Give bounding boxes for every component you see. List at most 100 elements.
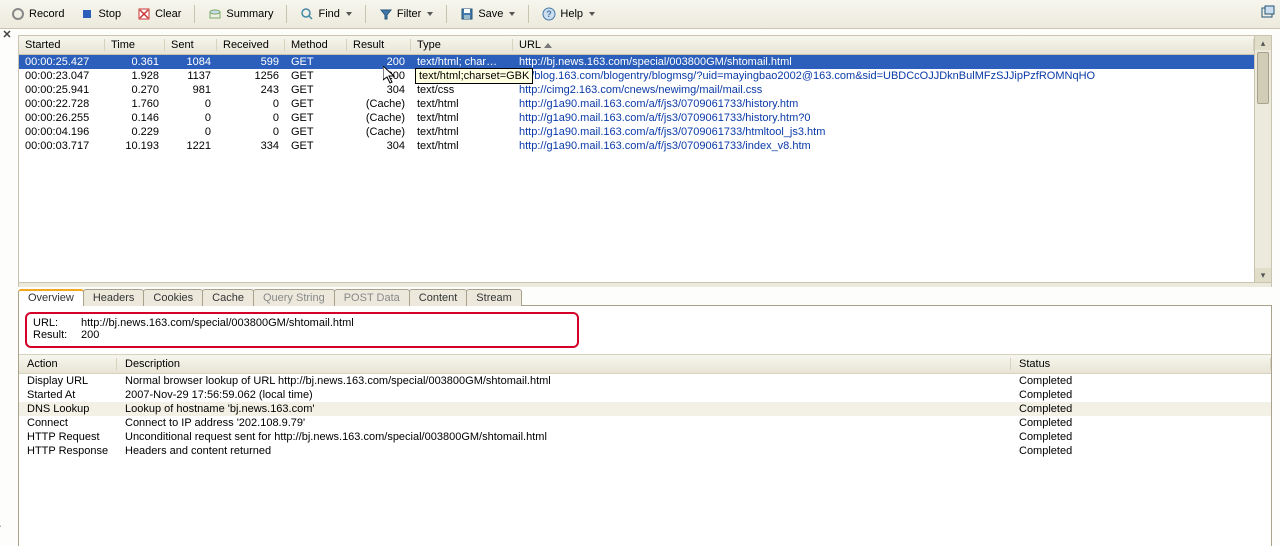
cell: 00:00:22.728 bbox=[19, 98, 105, 110]
separator bbox=[286, 5, 287, 23]
sort-asc-icon bbox=[544, 43, 552, 48]
stop-button[interactable]: Stop bbox=[73, 4, 128, 24]
vertical-scrollbar[interactable]: ▴ ▾ bbox=[1254, 36, 1271, 282]
chevron-down-icon[interactable] bbox=[589, 12, 595, 16]
cell: http://g1a90.mail.163.com/a/f/js3/070906… bbox=[513, 98, 1254, 110]
col-type[interactable]: Type bbox=[411, 39, 513, 51]
detail-tabs: OverviewHeadersCookiesCacheQuery StringP… bbox=[18, 289, 1272, 306]
action-row[interactable]: HTTP ResponseHeaders and content returne… bbox=[19, 444, 1271, 458]
col-sent[interactable]: Sent bbox=[165, 39, 217, 51]
scroll-up-icon[interactable]: ▴ bbox=[1255, 36, 1271, 50]
cell: 2007-Nov-29 17:56:59.062 (local time) bbox=[117, 389, 1011, 401]
cell: http://g1a90.mail.163.com/a/f/js3/070906… bbox=[513, 126, 1254, 138]
action-row[interactable]: Display URLNormal browser lookup of URL … bbox=[19, 374, 1271, 388]
cell: Connect bbox=[19, 417, 117, 429]
table-row[interactable]: 00:00:04.1960.22900GET(Cache)text/htmlht… bbox=[19, 125, 1254, 139]
action-grid: Action Description Status Display URLNor… bbox=[19, 354, 1271, 458]
request-grid: Started Time Sent Received Method Result… bbox=[18, 35, 1272, 283]
scroll-down-icon[interactable]: ▾ bbox=[1255, 268, 1271, 282]
cell: 0 bbox=[217, 126, 285, 138]
action-row[interactable]: DNS LookupLookup of hostname 'bj.news.16… bbox=[19, 402, 1271, 416]
col-result[interactable]: Result bbox=[347, 39, 411, 51]
cell: 304 bbox=[347, 140, 411, 152]
save-icon bbox=[460, 7, 474, 21]
cell: Completed bbox=[1011, 431, 1271, 443]
cell: 0 bbox=[165, 98, 217, 110]
col-time[interactable]: Time bbox=[105, 39, 165, 51]
action-row[interactable]: Started At2007-Nov-29 17:56:59.062 (loca… bbox=[19, 388, 1271, 402]
separator bbox=[446, 5, 447, 23]
cell: Completed bbox=[1011, 445, 1271, 457]
grid-body: 00:00:25.4270.3611084599GET200text/html;… bbox=[19, 55, 1254, 153]
help-label: Help bbox=[560, 8, 583, 20]
record-button[interactable]: Record bbox=[4, 4, 71, 24]
type-tooltip: text/html;charset=GBK bbox=[415, 68, 533, 84]
chevron-down-icon[interactable] bbox=[346, 12, 352, 16]
table-row[interactable]: 00:00:23.0471.92811371256GET200text/html… bbox=[19, 69, 1254, 83]
clear-button[interactable]: Clear bbox=[130, 4, 188, 24]
cell: 00:00:25.427 bbox=[19, 56, 105, 68]
cell: text/css bbox=[411, 84, 513, 96]
save-button[interactable]: Save bbox=[453, 4, 522, 24]
cell: 0 bbox=[165, 112, 217, 124]
cell: Completed bbox=[1011, 403, 1271, 415]
cell: 0.229 bbox=[105, 126, 165, 138]
chevron-down-icon[interactable] bbox=[509, 12, 515, 16]
tab-content[interactable]: Content bbox=[409, 289, 468, 306]
find-button[interactable]: Find bbox=[293, 4, 358, 24]
table-row[interactable]: 00:00:25.9410.270981243GET304text/csshtt… bbox=[19, 83, 1254, 97]
cell: Display URL bbox=[19, 375, 117, 387]
col-received[interactable]: Received bbox=[217, 39, 285, 51]
col-url[interactable]: URL bbox=[513, 39, 1254, 51]
cell: 1.760 bbox=[105, 98, 165, 110]
restore-icon[interactable] bbox=[1260, 4, 1276, 20]
filter-button[interactable]: Filter bbox=[372, 4, 440, 24]
chevron-down-icon[interactable] bbox=[427, 12, 433, 16]
table-row[interactable]: 00:00:03.71710.1931221334GET304text/html… bbox=[19, 139, 1254, 153]
separator bbox=[194, 5, 195, 23]
summary-box: URL:http://bj.news.163.com/special/00380… bbox=[25, 312, 579, 348]
tab-cache[interactable]: Cache bbox=[202, 289, 254, 306]
col-status[interactable]: Status bbox=[1011, 358, 1271, 370]
summary-button[interactable]: Summary bbox=[201, 4, 280, 24]
col-method[interactable]: Method bbox=[285, 39, 347, 51]
cell: 304 bbox=[347, 84, 411, 96]
cell: 1256 bbox=[217, 70, 285, 82]
cell: 0 bbox=[217, 98, 285, 110]
cell: HTTP Request bbox=[19, 431, 117, 443]
tab-query-string: Query String bbox=[253, 289, 335, 306]
col-started[interactable]: Started bbox=[19, 39, 105, 51]
cell: text/html bbox=[411, 98, 513, 110]
table-row[interactable]: 00:00:25.4270.3611084599GET200text/html;… bbox=[19, 55, 1254, 69]
scroll-thumb[interactable] bbox=[1257, 52, 1269, 104]
cell: 00:00:04.196 bbox=[19, 126, 105, 138]
table-row[interactable]: 00:00:26.2550.14600GET(Cache)text/htmlht… bbox=[19, 111, 1254, 125]
col-action[interactable]: Action bbox=[19, 358, 117, 370]
cell: HTTP Response bbox=[19, 445, 117, 457]
cell: 0.146 bbox=[105, 112, 165, 124]
cell: text/html bbox=[411, 112, 513, 124]
cell: 334 bbox=[217, 140, 285, 152]
tab-stream[interactable]: Stream bbox=[466, 289, 521, 306]
cell: 1084 bbox=[165, 56, 217, 68]
cell: Completed bbox=[1011, 389, 1271, 401]
cell: 1137 bbox=[165, 70, 217, 82]
record-icon bbox=[11, 7, 25, 21]
tab-cookies[interactable]: Cookies bbox=[143, 289, 203, 306]
action-row[interactable]: ConnectConnect to IP address '202.108.9.… bbox=[19, 416, 1271, 430]
overview-pane: URL:http://bj.news.163.com/special/00380… bbox=[18, 305, 1272, 546]
tab-overview[interactable]: Overview bbox=[18, 289, 84, 306]
cell: 599 bbox=[217, 56, 285, 68]
cell: GET bbox=[285, 70, 347, 82]
cell: 0 bbox=[217, 112, 285, 124]
cell: p://blog.163.com/blogentry/blogmsg/?uid=… bbox=[513, 70, 1254, 82]
action-row[interactable]: HTTP RequestUnconditional request sent f… bbox=[19, 430, 1271, 444]
cell: (Cache) bbox=[347, 112, 411, 124]
help-button[interactable]: ? Help bbox=[535, 4, 602, 24]
close-panel-button[interactable]: ✕ bbox=[0, 28, 14, 41]
tab-headers[interactable]: Headers bbox=[83, 289, 145, 306]
cell: (Cache) bbox=[347, 98, 411, 110]
table-row[interactable]: 00:00:22.7281.76000GET(Cache)text/htmlht… bbox=[19, 97, 1254, 111]
splitter[interactable] bbox=[18, 283, 1272, 287]
col-description[interactable]: Description bbox=[117, 358, 1011, 370]
